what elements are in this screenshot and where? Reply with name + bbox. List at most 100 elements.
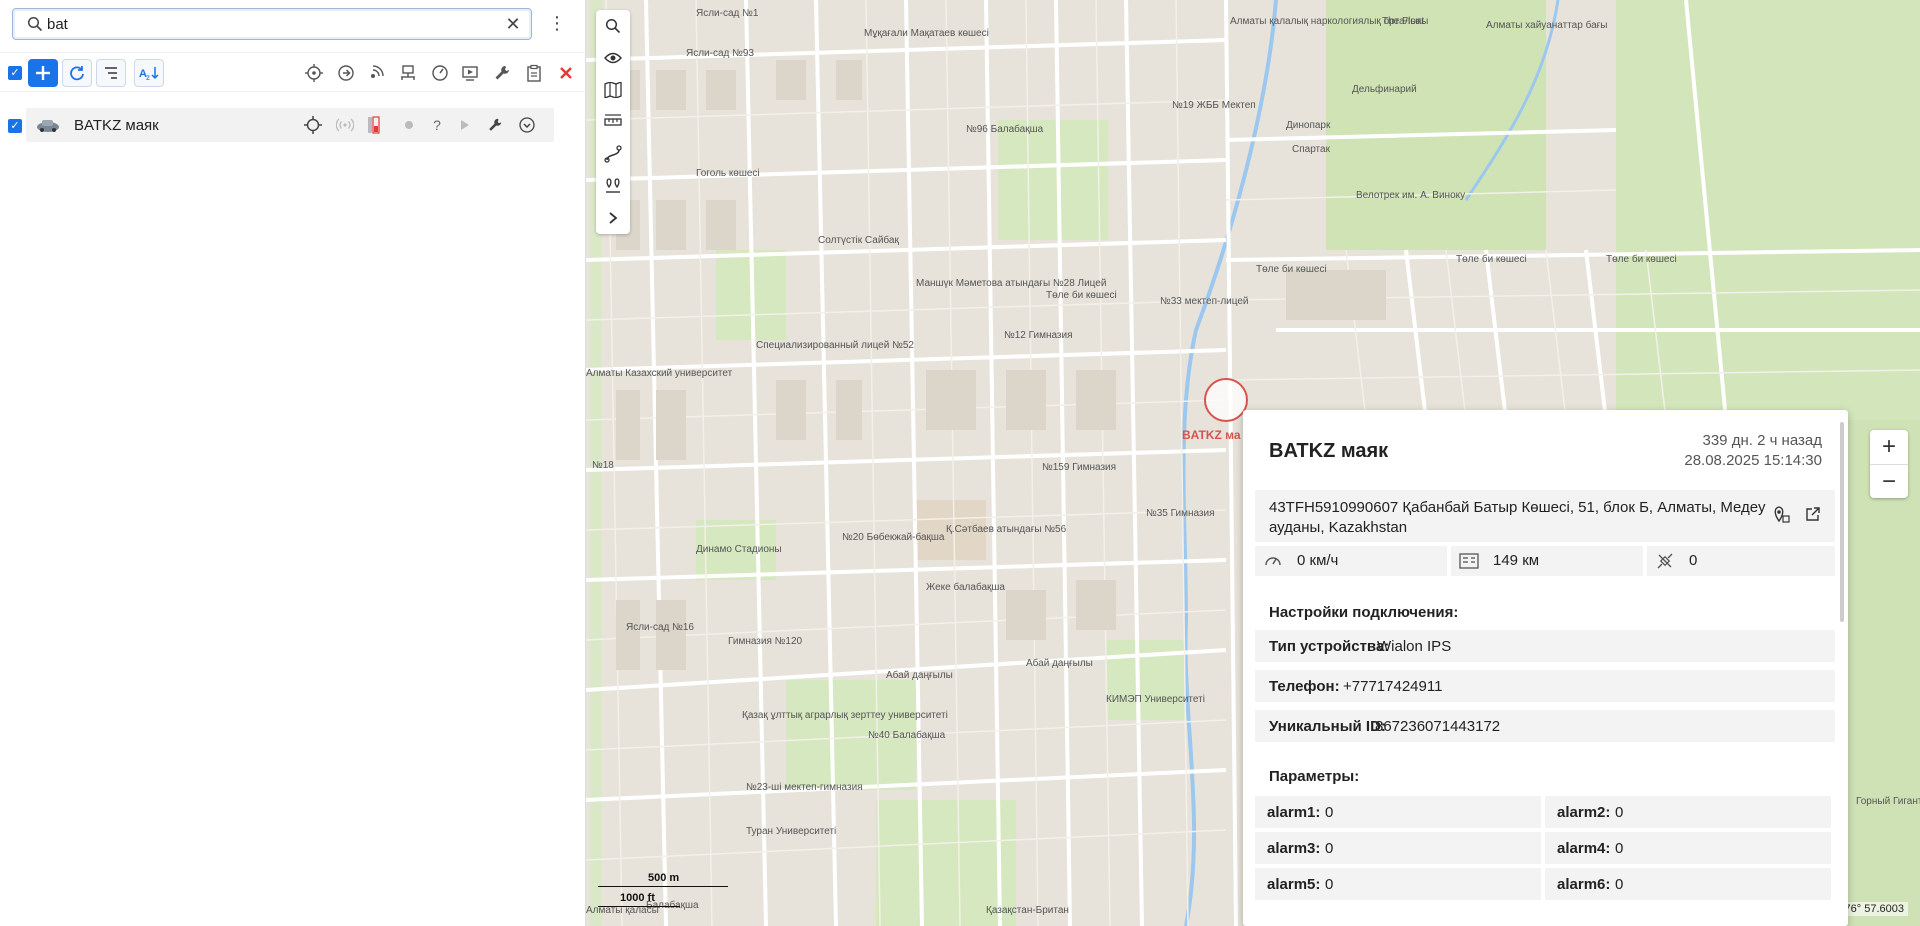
unique-id-row: Уникальный ID: 867236071443172 [1255,710,1835,742]
unit-checkbox[interactable]: ✓ [8,119,22,133]
map-label: Мұқағали Мақатаев көшесі [864,28,989,39]
locate-icon[interactable] [304,63,324,83]
select-all-checkbox[interactable]: ✓ [8,66,22,80]
visibility-eye-icon[interactable] [596,42,630,74]
geofence-icon[interactable] [596,170,630,202]
phone-value: +77717424911 [1343,678,1443,695]
map-label: Спартак [1292,144,1330,155]
unit-battery-icon[interactable] [366,116,384,134]
map-label: Төле би көшесі [1606,254,1677,265]
map-label: №33 мектеп-лицей [1160,296,1249,307]
param-value: 0 [1615,876,1624,893]
refresh-button[interactable] [62,59,92,87]
param-value: 0 [1615,840,1624,857]
map-label: Велотрек им. А. Виноку [1356,190,1466,201]
satellites-stat: 0 [1647,546,1835,576]
more-menu-icon[interactable]: ⋮ [548,12,566,36]
phone-key: Телефон: [1269,678,1340,695]
param-key: alarm5: [1267,876,1321,893]
param-value: 0 [1325,876,1334,893]
tree-icon [105,67,117,79]
mileage-value: 149 км [1493,552,1540,569]
satellites-value: 0 [1689,552,1698,569]
card-scrollbar[interactable] [1840,422,1844,622]
search-icon [27,16,43,32]
speed-icon[interactable] [430,63,450,83]
map-label: №35 Гимназия [1146,508,1215,519]
video-icon[interactable] [460,63,480,83]
map-label: Динопарк [1286,120,1331,131]
command-icon[interactable] [336,63,356,83]
zoom-in-button[interactable]: + [1870,430,1908,464]
clipboard-icon[interactable] [524,63,544,83]
map-label: №159 Гимназия [1042,462,1117,473]
map-label: Төле би көшесі [1046,290,1117,301]
add-icon [36,66,50,80]
unit-play-icon[interactable] [456,116,474,134]
map-label: №12 Гимназия [1004,330,1073,341]
param-value: 0 [1615,804,1624,821]
wrench-icon[interactable] [492,63,512,83]
speed-stat: 0 км/ч [1255,546,1447,576]
map-tools [596,10,630,234]
address-text: 43TFH5910990607 Қабанбай Батыр Көшесі, 5… [1269,499,1766,536]
unit-signal-icon[interactable] [336,116,354,134]
map-label: КИМЭП Университеті [1106,694,1205,705]
speedometer-icon [1263,551,1283,571]
device-type-value: Wialon IPS [1377,638,1452,655]
unique-id-value: 867236071443172 [1375,718,1501,735]
unit-help-icon[interactable]: ? [428,116,446,134]
unit-info-card: BATKZ маяк 339 дн. 2 ч назад 28.08.2025 … [1243,410,1848,926]
map-label: Жеке балабақша [926,582,1005,593]
group-tree-button[interactable] [96,59,126,87]
add-unit-button[interactable] [28,59,58,87]
search-input[interactable] [47,14,507,34]
marker-label: BATKZ ма [1182,428,1241,442]
map-label: Туран Университеті [746,826,837,837]
satellite-icon [1655,551,1675,571]
search-box[interactable]: ✕ [12,8,532,40]
map-label: Абай даңғылы [1026,658,1093,669]
map-label: Алматы Казахский университет [586,368,733,379]
network-icon[interactable] [398,63,418,83]
map-label: Ясли-сад №1 [696,8,759,19]
param-row: alarm4: 0 [1545,832,1831,864]
unit-wrench-icon[interactable] [486,116,504,134]
unit-row[interactable]: BATKZ маяк ? [26,108,554,142]
param-value: 0 [1325,804,1334,821]
map-label: №96 Балабақша [966,124,1044,135]
map-label: Қазақстан-Британ [986,905,1069,916]
map-label: №19 ЖББ Мектеп [1172,100,1256,111]
sort-button[interactable]: Az [134,59,164,87]
clear-search-icon[interactable]: ✕ [503,14,523,34]
device-type-key: Тип устройства: [1269,638,1390,655]
map-label: Қазақ ұлттық аграрлық зерттеу университе… [742,710,948,721]
zoom-out-button[interactable]: − [1870,464,1908,498]
address-pin-icon[interactable] [1771,504,1791,524]
refresh-icon [70,66,84,81]
unit-menu-chevron-icon[interactable] [518,116,536,134]
measure-icon[interactable] [596,106,630,138]
map-search-icon[interactable] [596,10,630,42]
sort-az-icon: Az [139,67,159,82]
param-row: alarm3: 0 [1255,832,1541,864]
delete-icon[interactable] [556,63,576,83]
param-row: alarm6: 0 [1545,868,1831,900]
unit-locate-icon[interactable] [304,116,322,134]
map-layers-icon[interactable] [596,74,630,106]
map-label: Гимназия №120 [728,636,803,647]
route-icon[interactable] [596,138,630,170]
speed-value: 0 км/ч [1297,552,1339,569]
param-row: alarm5: 0 [1255,868,1541,900]
map-label: Төле би көшесі [1256,264,1327,275]
unit-marker-icon[interactable] [1204,378,1248,422]
signal-icon[interactable] [366,63,386,83]
params-section-title: Параметры: [1269,768,1360,785]
expand-chevron-icon[interactable] [596,202,630,234]
map-label: Динамо Стадионы [696,544,782,555]
map-label: №23-ші мектеп-гимназия [746,782,863,793]
open-external-icon[interactable] [1803,504,1823,524]
param-key: alarm1: [1267,804,1321,821]
unit-status-dot-icon [400,116,418,134]
map-label: Солтүстік Сайбақ [818,235,899,246]
